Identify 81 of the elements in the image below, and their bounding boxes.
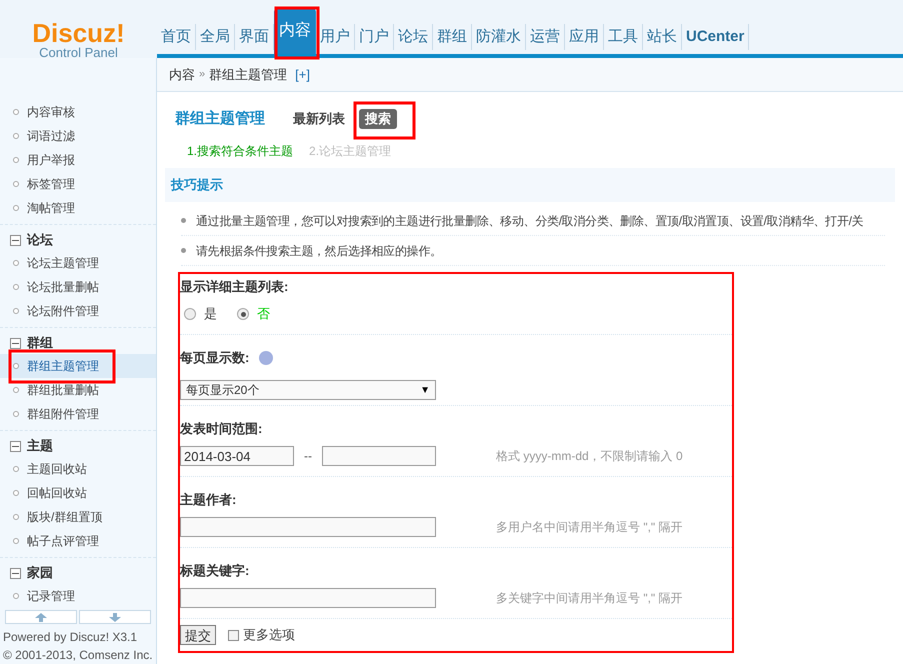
radio-button[interactable] (184, 308, 196, 320)
step-label: 2.论坛主题管理 (309, 143, 392, 160)
breadcrumb-separator: » (199, 67, 206, 82)
nav-tab[interactable]: UCenter (682, 24, 750, 50)
bullet-icon (181, 218, 186, 223)
field-label: 每页显示数: (180, 349, 250, 368)
more-options-checkbox[interactable]: 更多选项 (228, 625, 295, 645)
text-field[interactable] (180, 517, 436, 537)
sidebar-item[interactable]: 内容审核 (0, 100, 156, 124)
collapse-icon[interactable] (10, 234, 21, 246)
sidebar-item[interactable]: 论坛批量删帖 (0, 275, 156, 299)
nav-tab[interactable]: 用户 (316, 24, 355, 50)
sidebar-item[interactable]: 论坛附件管理 (0, 299, 156, 323)
page-size-dropdown[interactable]: 每页显示20个 ▼ (180, 380, 436, 400)
sidebar-item[interactable]: 标签管理 (0, 172, 156, 196)
collapse-icon[interactable] (10, 440, 21, 452)
hint-text: 多用户名中间请用半角逗号 "," 隔开 (496, 519, 683, 536)
bullet-icon (181, 248, 186, 253)
help-icon[interactable] (259, 351, 274, 365)
sidebar-item[interactable]: 论坛主题管理 (0, 251, 156, 275)
sidebar-item[interactable]: 版块/群组置顶 (0, 505, 156, 529)
down-arrow-icon (109, 612, 121, 622)
field-label: 发表时间范围: (180, 420, 262, 438)
sidebar-item[interactable]: 群组附件管理 (0, 402, 156, 426)
group-title: 主题 (27, 437, 53, 456)
sidebar-item[interactable]: 帖子点评管理 (0, 529, 156, 553)
collapse-icon[interactable] (10, 568, 21, 578)
page-tab[interactable]: 搜索 (359, 109, 397, 129)
breadcrumb-link[interactable]: 内容 (169, 64, 195, 84)
step-label: 1.搜索符合条件主题 (187, 143, 294, 160)
nav-tab[interactable]: 论坛 (394, 24, 433, 50)
nav-tab[interactable]: 全局 (196, 24, 235, 50)
dropdown-arrow-icon: ▼ (420, 382, 430, 398)
tip-text: 通过批量主题管理，您可以对搜索到的主题进行批量删除、移动、分类/取消分类、删除、置顶/取消置顶、设置/取消精华、打开/关 (196, 212, 864, 230)
group-title: 论坛 (27, 231, 53, 250)
logo-title: Discuz! (32, 20, 125, 46)
page-title: 群组主题管理 (175, 108, 265, 129)
radio-button[interactable] (237, 308, 249, 320)
hint-text: 格式 yyyy-mm-dd，不限制请输入 0 (496, 448, 683, 465)
highlight-frame (274, 6, 320, 60)
nav-tab[interactable]: 运营 (526, 24, 565, 50)
radio-option[interactable]: 是 (184, 304, 217, 324)
add-shortcut-link[interactable]: [+] (295, 64, 310, 84)
tip-text: 请先根据条件搜索主题，然后选择相应的操作。 (196, 242, 442, 260)
group-title: 家园 (27, 564, 53, 582)
text-field[interactable] (180, 588, 436, 608)
footer-text: © 2001-2013, Comsenz Inc. (3, 647, 153, 664)
submit-button[interactable]: 提交 (180, 625, 216, 645)
breadcrumb-current: 群组主题管理 (209, 66, 288, 84)
up-arrow-icon (35, 612, 47, 622)
nav-tab[interactable]: 首页 (157, 24, 196, 50)
nav-tab[interactable]: 应用 (565, 24, 604, 50)
nav-tab[interactable]: 群组 (433, 24, 472, 50)
text-field[interactable]: 2014-03-04 (180, 446, 294, 466)
sidebar-item[interactable]: 群组批量删帖 (0, 378, 156, 402)
nav-tab[interactable]: 防灌水 (472, 24, 526, 50)
hint-text: 多关键字中间请用半角逗号 "," 隔开 (496, 590, 683, 607)
scroll-up-button[interactable] (5, 610, 77, 624)
page-tab[interactable]: 最新列表 (291, 109, 347, 129)
scroll-down-button[interactable] (79, 610, 151, 624)
sidebar-item[interactable]: 主题回收站 (0, 457, 156, 481)
sidebar-item[interactable]: 记录管理 (0, 584, 156, 608)
sidebar-item[interactable]: 群组主题管理 (0, 354, 156, 378)
text-field[interactable] (322, 446, 436, 466)
sidebar-item[interactable]: 回帖回收站 (0, 481, 156, 505)
sidebar-item[interactable]: 淘帖管理 (0, 196, 156, 220)
logo-subtitle: Control Panel (39, 46, 118, 60)
nav-tab[interactable]: 站长 (643, 24, 682, 50)
highlight-frame (354, 102, 416, 140)
group-title: 群组 (27, 334, 53, 352)
checkbox[interactable] (228, 630, 239, 640)
collapse-icon[interactable] (10, 338, 21, 348)
sidebar-item[interactable]: 词语过滤 (0, 124, 156, 148)
field-label: 显示详细主题列表: (180, 278, 288, 296)
footer-text: Powered by Discuz! X3.1 (3, 629, 138, 646)
sidebar-item[interactable]: 用户举报 (0, 148, 156, 172)
tips-title: 技巧提示 (171, 176, 223, 194)
nav-tab[interactable]: 门户 (355, 24, 394, 50)
nav-tab[interactable]: 工具 (604, 24, 643, 50)
range-separator: -- (304, 448, 312, 465)
field-label: 主题作者: (180, 491, 236, 510)
